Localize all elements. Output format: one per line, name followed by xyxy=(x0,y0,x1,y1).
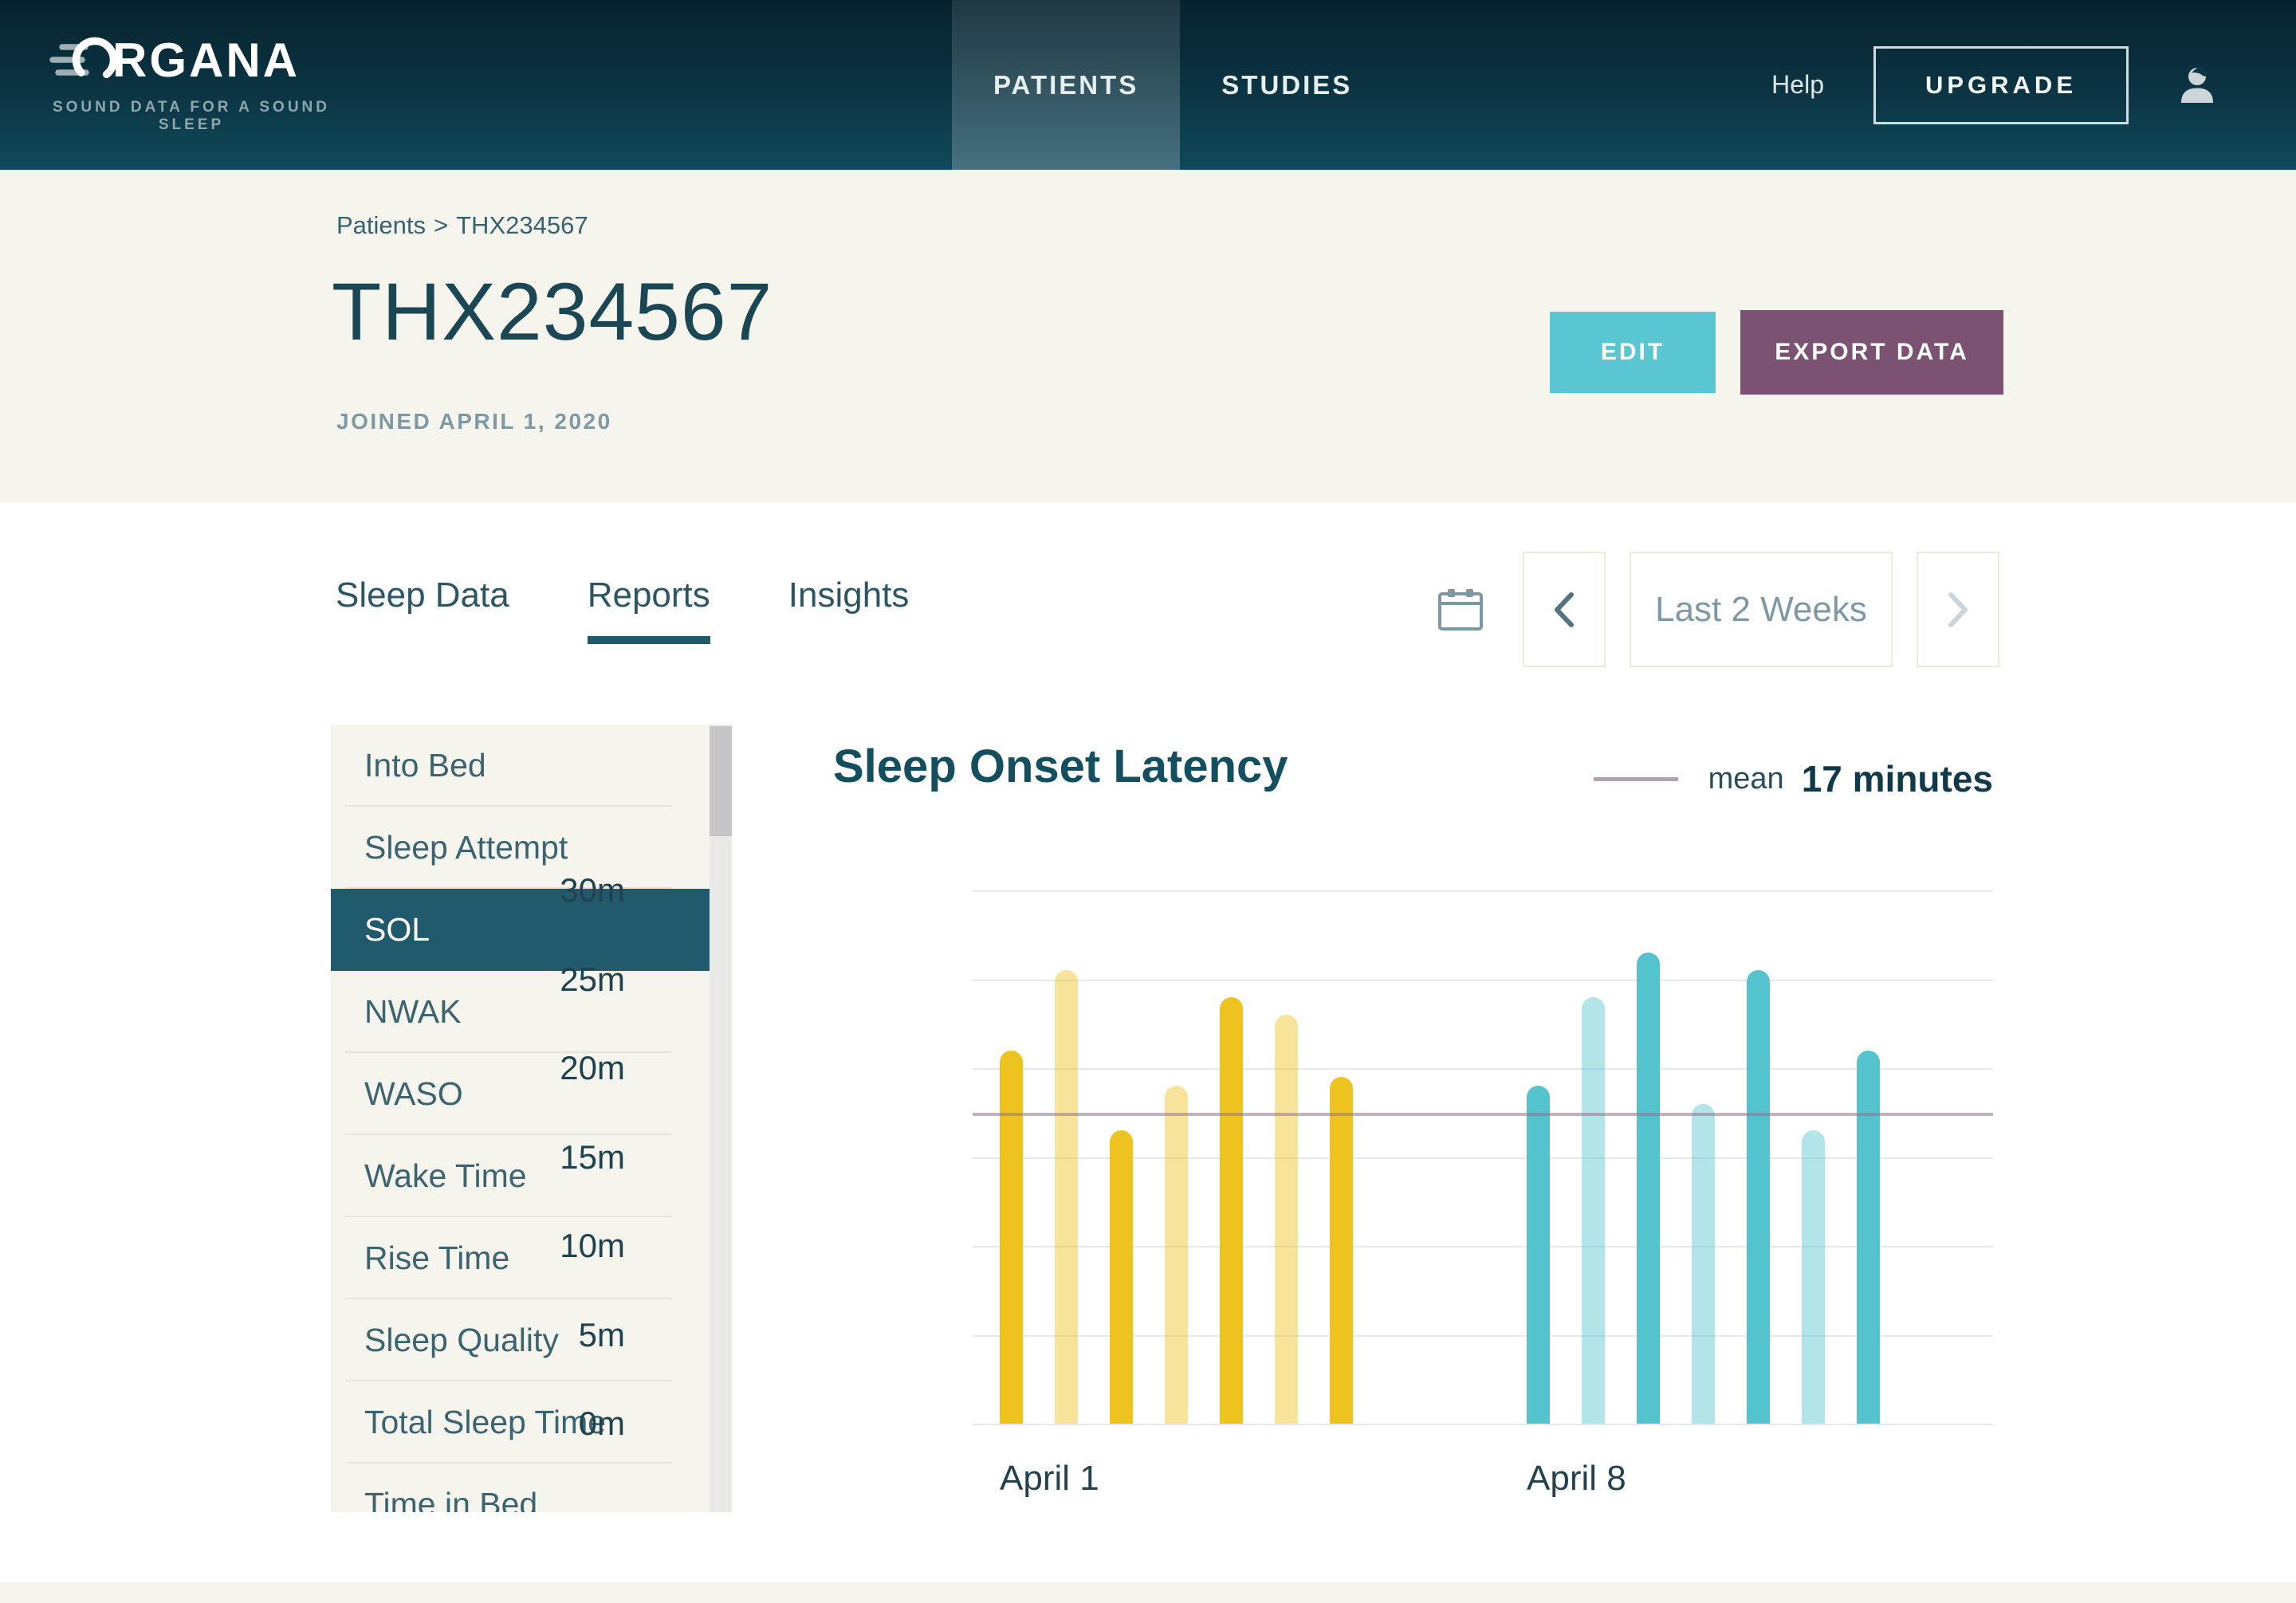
bar-april-8-day6 xyxy=(1802,1130,1825,1424)
help-link[interactable]: Help xyxy=(1771,70,1824,100)
chevron-left-icon xyxy=(1552,591,1576,628)
sidebar-item-label: Sleep Attempt xyxy=(364,829,568,866)
tab-insights[interactable]: Insights xyxy=(788,576,910,644)
bar-april-8-day1 xyxy=(1527,1086,1550,1424)
prev-period-button[interactable] xyxy=(1523,552,1606,667)
bar-april-8-day4 xyxy=(1692,1104,1715,1424)
user-avatar-icon[interactable] xyxy=(2178,66,2216,104)
bar-april-8-day5 xyxy=(1747,970,1770,1424)
joined-date-label: JOINED APRIL 1, 2020 xyxy=(336,409,612,434)
sidebar-item-label: Time in Bed xyxy=(364,1486,537,1512)
sidebar-item-label: SOL xyxy=(364,911,430,949)
x-axis-label: April 8 xyxy=(1527,1459,1626,1499)
main-content: Sleep Data Reports Insights Last 2 Weeks I… xyxy=(0,502,2296,1603)
bar-april-1-day5 xyxy=(1220,997,1243,1424)
scrollbar-thumb[interactable] xyxy=(710,726,732,836)
bar-april-1-day7 xyxy=(1330,1077,1353,1424)
upgrade-button[interactable]: UPGRADE xyxy=(1873,46,2129,124)
y-axis-tick-label: 15m xyxy=(466,1138,625,1177)
edit-button[interactable]: EDIT xyxy=(1550,312,1716,393)
logo-o-icon xyxy=(44,32,117,88)
legend-mean-value: 17 minutes xyxy=(1802,757,1993,800)
gridline xyxy=(973,1424,1993,1425)
bar-april-8-day7 xyxy=(1857,1051,1880,1424)
tab-sleep-data[interactable]: Sleep Data xyxy=(336,576,509,644)
breadcrumb-item[interactable]: Patients xyxy=(336,211,426,239)
y-axis-tick-label: 10m xyxy=(466,1227,625,1265)
page-title: THX234567 xyxy=(332,265,773,359)
mean-line xyxy=(973,1113,1993,1116)
chart-legend: mean 17 minutes xyxy=(1594,757,1993,800)
logo-tagline: SOUND DATA FOR A SOUND SLEEP xyxy=(44,99,339,134)
active-tab-underline xyxy=(588,636,710,644)
chart-title: Sleep Onset Latency xyxy=(833,740,1288,793)
bar-april-1-day3 xyxy=(1110,1130,1133,1424)
x-axis-label: April 1 xyxy=(1000,1459,1099,1499)
app-header: RGANA SOUND DATA FOR A SOUND SLEEP PATIE… xyxy=(0,0,2296,170)
bar-april-1-day1 xyxy=(1000,1051,1023,1424)
sol-bar-chart: 30m25m20m15m10m5m0mApril 1April 8 xyxy=(973,890,1993,1424)
tab-reports[interactable]: Reports xyxy=(588,576,710,644)
nav-item-studies[interactable]: STUDIES xyxy=(1180,0,1394,170)
calendar-icon[interactable] xyxy=(1435,584,1486,635)
logo-wordmark: RGANA xyxy=(112,33,300,88)
main-nav: PATIENTSSTUDIES xyxy=(952,0,1394,170)
y-axis-tick-label: 30m xyxy=(466,871,625,910)
metric-list: Into BedSleep AttemptSOLNWAKWASOWake Tim… xyxy=(331,725,732,1512)
breadcrumb: Patients > THX234567 xyxy=(336,211,588,240)
sidebar-item-into-bed[interactable]: Into Bed xyxy=(331,725,710,807)
breadcrumb-separator: > xyxy=(434,211,448,239)
y-axis-tick-label: 0m xyxy=(466,1405,625,1443)
sidebar-item-label: NWAK xyxy=(364,993,461,1031)
tab-label: Sleep Data xyxy=(336,576,509,615)
bar-april-8-day3 xyxy=(1637,953,1660,1424)
active-tab-underline xyxy=(336,636,509,644)
bar-april-8-day2 xyxy=(1582,997,1605,1424)
export-data-button[interactable]: EXPORT DATA xyxy=(1740,310,2003,395)
active-tab-underline xyxy=(788,636,910,644)
date-controls: Last 2 Weeks xyxy=(1435,552,1999,667)
bar-april-1-day4 xyxy=(1165,1086,1188,1424)
gridline xyxy=(973,1068,1993,1070)
footer-strip xyxy=(0,1582,2296,1603)
nav-item-patients[interactable]: PATIENTS xyxy=(952,0,1180,170)
gridline xyxy=(973,980,1993,981)
y-axis-tick-label: 20m xyxy=(466,1049,625,1087)
tab-label: Reports xyxy=(588,576,710,615)
next-period-button[interactable] xyxy=(1917,552,1999,667)
report-tabs: Sleep Data Reports Insights xyxy=(336,576,909,644)
y-axis-tick-label: 25m xyxy=(466,961,625,999)
logo[interactable]: RGANA SOUND DATA FOR A SOUND SLEEP xyxy=(44,32,339,134)
sidebar-item-time-in-bed[interactable]: Time in Bed xyxy=(331,1464,710,1512)
chevron-right-icon xyxy=(1946,591,1970,628)
metric-list-scrollbar[interactable] xyxy=(710,725,732,1512)
gridline xyxy=(973,890,1993,892)
sidebar-item-label: Into Bed xyxy=(364,747,486,784)
bar-april-1-day2 xyxy=(1055,970,1078,1424)
date-range-selector[interactable]: Last 2 Weeks xyxy=(1630,552,1893,667)
bar-april-1-day6 xyxy=(1275,1015,1298,1424)
mean-line-swatch xyxy=(1594,777,1678,781)
sidebar-item-label: WASO xyxy=(364,1075,463,1113)
legend-mean-label: mean xyxy=(1708,762,1784,796)
breadcrumb-item: THX234567 xyxy=(456,211,588,239)
date-range-label: Last 2 Weeks xyxy=(1655,590,1867,630)
y-axis-tick-label: 5m xyxy=(466,1316,625,1354)
tab-label: Insights xyxy=(788,576,910,615)
patient-hero-section: Patients > THX234567 THX234567 JOINED APRI… xyxy=(0,170,2296,502)
